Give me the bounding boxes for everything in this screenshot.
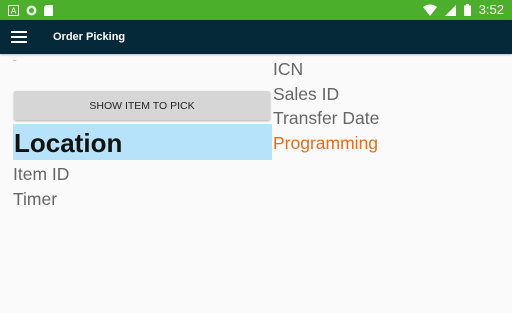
status-label: Programming [273,133,379,153]
notification-icons: A [8,3,53,17]
tiny-mark: – [13,58,17,64]
cell-signal-icon [444,4,456,16]
svg-text:A: A [11,6,17,15]
sales-id-label: Sales ID [273,84,340,104]
circle-notification-icon [26,5,37,15]
item-id-label: Item ID [13,164,70,184]
status-bar: A 3:52 [0,0,512,20]
icn-label: ICN [273,59,304,79]
system-icons: 3:52 [422,2,504,18]
hamburger-menu-icon[interactable] [11,30,27,44]
timer-label: Timer [13,189,58,209]
a-notification-icon: A [8,4,19,16]
transfer-date-label: Transfer Date [273,108,380,128]
clock: 3:52 [478,2,504,17]
location-label: Location [14,128,123,158]
app-bar: Order Picking [0,20,512,54]
battery-icon [463,4,471,16]
sd-card-icon [44,4,53,16]
page-title: Order Picking [53,31,126,43]
show-item-to-pick-button[interactable]: SHOW ITEM TO PICK [14,91,270,120]
location-highlight: Location [13,124,272,160]
wifi-icon [422,4,437,16]
